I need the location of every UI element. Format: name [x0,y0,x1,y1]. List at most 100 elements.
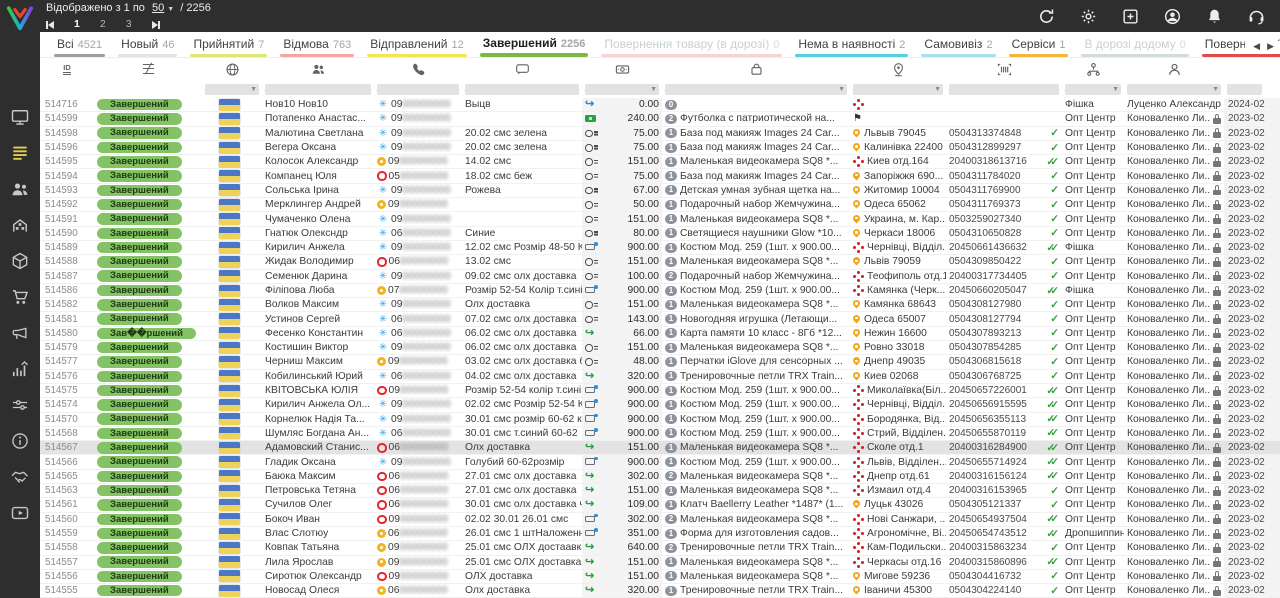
tab-Повернення товару (в дорозі)[interactable]: Повернення товару (в дорозі)0 [601,37,782,57]
table-row[interactable]: 514574ЗавершенийКирилич Анжела Ол...0900… [40,398,1280,412]
column-header-manager[interactable] [1124,58,1224,80]
sidebar-item-marketing[interactable] [0,315,40,351]
column-header-product[interactable] [662,58,850,80]
column-header-status[interactable] [94,58,202,80]
table-row[interactable]: 514581ЗавершенийУстинов Сергей0600000000… [40,312,1280,326]
tab-Новый[interactable]: Новый46 [118,37,177,57]
column-header-fulfillment[interactable] [1062,58,1124,80]
filter-input-city[interactable]: ▼ [853,84,943,95]
column-header-country[interactable] [202,58,262,80]
tab-Сервіси[interactable]: Сервіси1 [1009,37,1069,57]
page-size-dropdown[interactable]: 50 [152,2,164,14]
table-row[interactable]: 514575ЗавершенийКВІТОВСЬКА ЮЛІЯ090000000… [40,384,1280,398]
filter-input-manager[interactable]: ▼ [1127,84,1221,95]
table-row[interactable]: 514559ЗавершенийВлас Слотюу060000000026.… [40,527,1280,541]
table-row[interactable]: 514590ЗавершенийГнатюк Олексндр060000000… [40,227,1280,241]
sidebar-item-orders[interactable] [0,135,40,171]
tabs-scroll-right-icon[interactable]: ▶ [1267,41,1274,52]
settings-icon[interactable] [1079,7,1098,26]
table-row[interactable]: 514561ЗавершенийСучилов Олег060000000030… [40,498,1280,512]
column-header-client[interactable] [262,58,374,80]
tab-Завершений[interactable]: Завершений2256 [480,36,589,57]
tab-Відправлений[interactable]: Відправлений12 [367,37,467,57]
filter-input-product[interactable]: ▼ [665,84,847,95]
sidebar-item-dashboard[interactable] [0,99,40,135]
notifications-icon[interactable] [1205,7,1224,26]
table-row[interactable]: 514589ЗавершенийКирилич Анжела0900000000… [40,241,1280,255]
filter-input-tracking[interactable] [949,84,1059,95]
page-number-1[interactable]: 1 [74,18,80,31]
table-row[interactable]: 514598ЗавершенийМалютина Светлана0900000… [40,127,1280,141]
table-row[interactable]: 514716ЗавершенийНов10 Нов100900000000Выц… [40,98,1280,112]
quantity-badge: 2 [665,271,677,281]
tab-Прийнятий[interactable]: Прийнятий7 [190,37,267,57]
tab-Самовивіз[interactable]: Самовивіз2 [921,37,995,57]
table-row[interactable]: 514577ЗавершенийЧерниш Максим09000000000… [40,355,1280,369]
table-row[interactable]: 514580Зав��ршенийФесенко Константин06000… [40,327,1280,341]
payment-cod-icon [585,214,599,225]
profile-icon[interactable] [1163,7,1182,26]
sidebar-item-organization[interactable] [0,207,40,243]
filter-input-country[interactable]: ▼ [205,84,259,95]
support-icon[interactable] [1247,7,1266,26]
table-row[interactable]: 514599ЗавершенийПотапенко Анастас...0900… [40,112,1280,126]
table-row[interactable]: 514588ЗавершенийЖидак Володимир060000000… [40,255,1280,269]
tabs-scroll-left-icon[interactable]: ◀ [1253,41,1260,52]
tab-Нема в наявності[interactable]: Нема в наявності2 [795,37,908,57]
table-row[interactable]: 514567ЗавершенийАдамовский Станис...0600… [40,441,1280,455]
table-row[interactable]: 514555ЗавершенийНовосад Олеся0600000000О… [40,584,1280,598]
table-row[interactable]: 514566ЗавершенийГладик Оксана0900000000Г… [40,455,1280,469]
filter-input-phone[interactable] [377,84,459,95]
sidebar-item-products[interactable] [0,243,40,279]
app-logo-icon[interactable] [5,3,35,33]
table-row[interactable]: 514586ЗавершенийФіліпова Люба0700000000Р… [40,284,1280,298]
tab-В дорозі додому[interactable]: В дорозі додому0 [1081,37,1188,57]
filter-input-date[interactable] [1227,84,1262,95]
table-row[interactable]: 514587ЗавершенийСеменюк Дарина0900000000… [40,270,1280,284]
column-header-city[interactable] [850,58,946,80]
table-row[interactable]: 514568ЗавершенийШумляс Богдана Ан...0600… [40,427,1280,441]
table-row[interactable]: 514582ЗавершенийВолков Максим0900000000О… [40,298,1280,312]
table-row[interactable]: 514563ЗавершенийПетровська Тетяна0600000… [40,484,1280,498]
refresh-icon[interactable] [1037,7,1056,26]
page-number-3[interactable]: 3 [126,18,132,31]
first-page-button[interactable] [46,21,54,29]
table-row[interactable]: 514570ЗавершенийКорнелюк Надія Та...0900… [40,413,1280,427]
filter-input-comment[interactable] [465,84,579,95]
table-row[interactable]: 514593ЗавершенийСольська Ірина0900000000… [40,184,1280,198]
filter-input-client[interactable] [265,84,371,95]
column-header-tracking[interactable] [946,58,1062,80]
column-header-date[interactable] [1224,58,1280,80]
last-page-button[interactable] [152,21,160,29]
table-row[interactable]: 514596ЗавершенийВегера Оксана09000000002… [40,141,1280,155]
add-icon[interactable] [1121,7,1140,26]
sidebar-item-info[interactable] [0,423,40,459]
sidebar-item-procurement[interactable] [0,279,40,315]
table-row[interactable]: 514556ЗавершенийСиротюк Олександр0900000… [40,570,1280,584]
table-row[interactable]: 514594ЗавершенийКомпанец Юля050000000018… [40,169,1280,183]
column-header-phone[interactable] [374,58,462,80]
column-header-comment[interactable] [462,58,582,80]
table-row[interactable]: 514595ЗавершенийКолосок Александр0900000… [40,155,1280,169]
tab-Відмова[interactable]: Відмова763 [280,37,354,57]
table-row[interactable]: 514576ЗавершенийКобилинський Юрий0600000… [40,370,1280,384]
filter-input-fulfillment[interactable]: ▼ [1065,84,1121,95]
sidebar-item-settings[interactable] [0,387,40,423]
table-row[interactable]: 514557ЗавершенийЛила Ярослав090000000025… [40,556,1280,570]
table-row[interactable]: 514565ЗавершенийБаюка Максим060000000027… [40,470,1280,484]
column-header-payment[interactable] [582,58,662,80]
filter-input-payment[interactable]: ▼ [585,84,659,95]
sidebar-item-videos[interactable] [0,495,40,531]
table-row[interactable]: 514558ЗавершенийКовпак Татьяна0900000000… [40,541,1280,555]
page-number-2[interactable]: 2 [100,18,106,31]
table-row[interactable]: 514591ЗавершенийЧумаченко Олена090000000… [40,212,1280,226]
table-row[interactable]: 514560ЗавершенийБокоч Иван090000000002.0… [40,513,1280,527]
sidebar-item-partnership[interactable] [0,459,40,495]
table-row[interactable]: 514579ЗавершенийКостишин Виктор090000000… [40,341,1280,355]
tab-Всі[interactable]: Всі4521 [54,37,105,57]
table-row[interactable]: 514592ЗавершенийМерклингер Андрей0900000… [40,198,1280,212]
sidebar-item-customers[interactable] [0,171,40,207]
sidebar-item-statistics[interactable] [0,351,40,387]
chevron-down-icon: ▼ [167,6,174,13]
column-header-id[interactable]: ID [40,58,94,80]
